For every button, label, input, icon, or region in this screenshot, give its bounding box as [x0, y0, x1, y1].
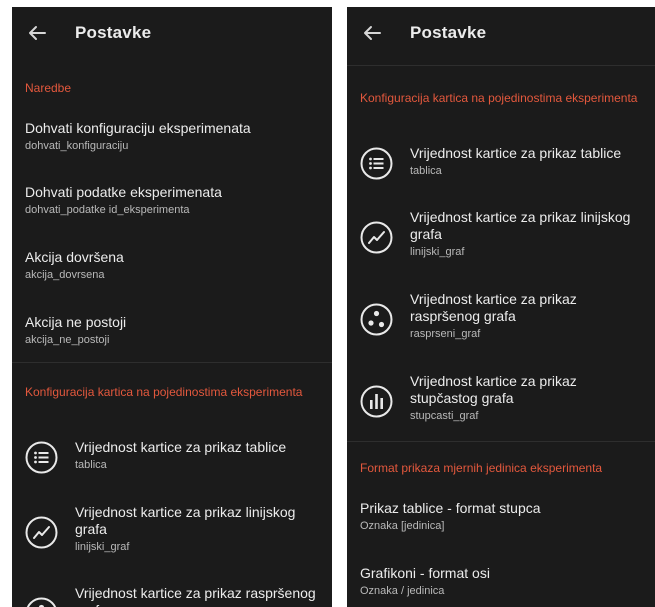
item-title: Vrijednost kartice za prikaz linijskog g…	[410, 209, 631, 242]
item-subtitle: stupcasti_graf	[410, 410, 479, 422]
item-title: Vrijednost kartice za prikaz tablice	[75, 439, 287, 455]
item-subtitle: dohvati_podatke id_eksperimenta	[25, 204, 190, 216]
page-title: Postavke	[75, 23, 152, 42]
scatter-icon	[360, 303, 393, 336]
settings-screen-left: Postavke Naredbe Dohvati konfiguraciju e…	[12, 7, 332, 607]
item-title: Akcija ne postoji	[25, 314, 127, 330]
item-subtitle: rasprseni_graf	[410, 328, 481, 340]
item-subtitle: Oznaka [jedinica]	[360, 520, 445, 532]
item-subtitle: dohvati_konfiguraciju	[25, 140, 129, 152]
item-title: Vrijednost kartice za prikaz raspršenog …	[410, 291, 577, 324]
section-divider	[347, 65, 655, 66]
section-header-commands: Naredbe	[25, 81, 72, 95]
section-header-unit-format: Format prikaza mjernih jedinica eksperim…	[360, 461, 603, 475]
list-icon	[360, 147, 393, 180]
item-title: Dohvati podatke eksperimenata	[25, 184, 222, 200]
item-subtitle: akcija_dovrsena	[25, 269, 105, 281]
app-bar: Postavke	[347, 7, 655, 61]
item-subtitle: linijski_graf	[410, 246, 465, 258]
item-title: Vrijednost kartice za prikaz linijskog g…	[75, 504, 296, 537]
section-divider	[12, 362, 332, 363]
app-bar: Postavke	[12, 7, 332, 61]
command-item-fetch-data[interactable]: Dohvati podatke eksperimenata dohvati_po…	[12, 184, 332, 217]
line-chart-icon	[360, 221, 393, 254]
back-arrow-icon[interactable]	[28, 24, 46, 42]
item-title: Dohvati konfiguraciju eksperimenata	[25, 120, 251, 136]
bar-chart-icon	[360, 385, 393, 418]
item-title: Vrijednost kartice za prikaz raspršenog …	[75, 585, 316, 607]
section-header-card-config: Konfiguracija kartica na pojedinostima e…	[25, 385, 303, 399]
command-item-fetch-config[interactable]: Dohvati konfiguraciju eksperimenata dohv…	[12, 120, 332, 153]
section-divider	[347, 441, 655, 442]
command-item-action-missing[interactable]: Akcija ne postoji akcija_ne_postoji	[12, 314, 332, 347]
line-chart-icon	[25, 516, 58, 549]
item-subtitle: tablica	[410, 165, 442, 177]
scatter-icon	[25, 597, 58, 607]
list-icon	[25, 441, 58, 474]
section-header-card-config: Konfiguracija kartica na pojedinostima e…	[360, 91, 638, 105]
back-arrow-icon[interactable]	[363, 24, 381, 42]
item-title: Grafikoni - format osi	[360, 565, 490, 581]
page-title: Postavke	[410, 23, 487, 42]
item-title: Vrijednost kartice za prikaz stupčastog …	[410, 373, 577, 406]
item-subtitle: tablica	[75, 459, 107, 471]
item-title: Vrijednost kartice za prikaz tablice	[410, 145, 622, 161]
item-title: Prikaz tablice - format stupca	[360, 500, 541, 516]
settings-screen-right: Postavke Konfiguracija kartica na pojedi…	[347, 7, 655, 607]
format-item-chart-axis[interactable]: Grafikoni - format osi Oznaka / jedinica	[347, 565, 655, 598]
item-subtitle: Oznaka / jedinica	[360, 585, 445, 597]
item-subtitle: linijski_graf	[75, 541, 130, 553]
command-item-action-done[interactable]: Akcija dovršena akcija_dovrsena	[12, 249, 332, 282]
item-title: Akcija dovršena	[25, 249, 124, 265]
format-item-table-column[interactable]: Prikaz tablice - format stupca Oznaka [j…	[347, 500, 655, 533]
item-subtitle: akcija_ne_postoji	[25, 334, 110, 346]
